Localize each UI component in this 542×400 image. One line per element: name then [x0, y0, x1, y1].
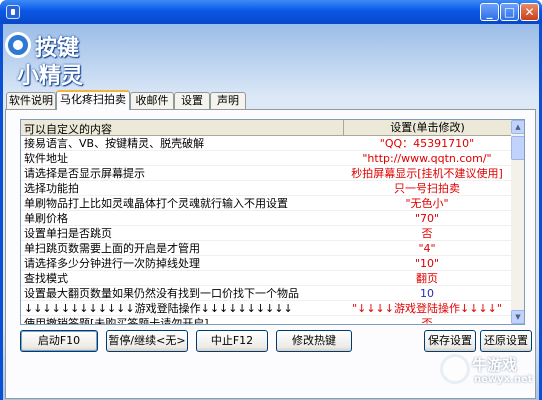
table-row[interactable]: 选择功能拍 只一号扫拍卖	[21, 181, 511, 196]
row-name: 查找模式	[24, 272, 68, 285]
row-value[interactable]: 否	[343, 316, 511, 324]
tab-statement[interactable]: 声明	[210, 92, 246, 109]
grid-rows: 接易语言、VB、按键精灵、脱壳破解 "QQ：45391710" 软件地址 "ht…	[21, 136, 511, 325]
row-name: 请选择是否显示屏幕提示	[24, 167, 145, 180]
table-row[interactable]: 接易语言、VB、按键精灵、脱壳破解 "QQ：45391710"	[21, 136, 511, 151]
maximize-button[interactable]: □	[500, 3, 519, 21]
row-value[interactable]: "QQ：45391710"	[343, 136, 511, 151]
watermark-text: 牛游戏	[472, 356, 518, 374]
scroll-thumb[interactable]	[511, 136, 524, 160]
row-value[interactable]: "4"	[343, 241, 511, 256]
row-value[interactable]: 翻页	[343, 271, 511, 286]
row-value[interactable]: "70"	[343, 211, 511, 226]
pause-button[interactable]: 暂停/继续<无>	[106, 330, 188, 352]
table-row[interactable]: ↓↓↓↓↓↓↓↓↓↓↓↓游戏登陆操作↓↓↓↓↓↓↓↓↓↓ "↓↓↓↓游戏登陆操作…	[21, 301, 511, 316]
minimize-button[interactable]: _	[480, 3, 499, 21]
edit-hotkey-button[interactable]: 修改热键	[276, 330, 352, 352]
table-row[interactable]: 请选择多少分钟进行一次防掉线处理 "10"	[21, 256, 511, 271]
row-name: 接易语言、VB、按键精灵、脱壳破解	[24, 137, 205, 150]
row-name: 软件地址	[24, 152, 68, 165]
tab-mail[interactable]: 收邮件	[130, 92, 174, 109]
scroll-up-icon[interactable]: ▲	[511, 120, 524, 134]
close-button[interactable]: ✕	[520, 3, 539, 21]
table-row[interactable]: 查找模式 翻页	[21, 271, 511, 286]
tab-settings[interactable]: 设置	[174, 92, 210, 109]
row-value[interactable]: 只一号扫拍卖	[343, 181, 511, 196]
site-watermark: 牛游戏 newyx.net	[440, 352, 540, 396]
start-button[interactable]: 启动F10	[20, 330, 98, 352]
table-row[interactable]: 单刷价格 "70"	[21, 211, 511, 226]
app-logo: 按键 小精灵	[5, 28, 93, 89]
row-value[interactable]: 否	[343, 226, 511, 241]
client-area: 按键 小精灵 软件说明 马化疼扫拍卖 收邮件 设置 声明 可以自定义的内容 设置…	[3, 24, 539, 400]
table-row[interactable]: 单扫跳页数需要上面的开启是才管用 "4"	[21, 241, 511, 256]
row-name: 使用撤销答题[未购买答题卡请勿开启]	[24, 317, 209, 325]
settings-grid: 可以自定义的内容 设置(单击修改) 接易语言、VB、按键精灵、脱壳破解 "QQ：…	[20, 119, 525, 325]
save-settings-button[interactable]: 保存设置	[424, 330, 476, 352]
logo-text-line2: 小精灵	[17, 64, 84, 89]
row-name: 选择功能拍	[24, 182, 79, 195]
table-row[interactable]: 请选择是否显示屏幕提示 秒拍屏幕显示[挂机不建议使用]	[21, 166, 511, 181]
restore-settings-button[interactable]: 还原设置	[480, 330, 532, 352]
row-name: 单刷物品打上比如灵魂晶体打个灵魂就行输入不用设置	[24, 197, 288, 210]
header-value[interactable]: 设置(单击修改)	[343, 120, 511, 136]
grid-header: 可以自定义的内容 设置(单击修改)	[21, 120, 511, 136]
row-value[interactable]: 10	[343, 286, 511, 301]
watermark-url: newyx.net	[474, 374, 533, 385]
watermark-logo-icon	[440, 354, 470, 384]
table-row[interactable]: 使用撤销答题[未购买答题卡请勿开启] 否	[21, 316, 511, 325]
table-row[interactable]: 软件地址 "http://www.qqtn.com/"	[21, 151, 511, 166]
table-row[interactable]: 单刷物品打上比如灵魂晶体打个灵魂就行输入不用设置 "无色小"	[21, 196, 511, 211]
row-name: 设置最大翻页数量如果仍然没有找到一口价找下一个物品	[24, 287, 299, 300]
tab-auction-scan[interactable]: 马化疼扫拍卖	[56, 90, 130, 110]
header-name[interactable]: 可以自定义的内容	[24, 121, 344, 137]
row-name: 单扫跳页数需要上面的开启是才管用	[24, 242, 200, 255]
row-name: 设置单扫是否跳页	[24, 227, 112, 240]
vertical-scrollbar[interactable]: ▲ ▼	[511, 120, 524, 324]
row-name: 单刷价格	[24, 212, 68, 225]
stop-button[interactable]: 中止F12	[196, 330, 268, 352]
row-value[interactable]: 秒拍屏幕显示[挂机不建议使用]	[343, 166, 511, 181]
tab-software-info[interactable]: 软件说明	[6, 92, 56, 109]
row-value[interactable]: "http://www.qqtn.com/"	[343, 151, 511, 166]
row-value[interactable]: "↓↓↓↓游戏登陆操作↓↓↓↓"	[343, 301, 511, 316]
row-value[interactable]: "无色小"	[343, 196, 511, 211]
row-name: 请选择多少分钟进行一次防掉线处理	[24, 257, 200, 270]
scroll-down-icon[interactable]: ▼	[511, 310, 524, 324]
table-row[interactable]: 设置最大翻页数量如果仍然没有找到一口价找下一个物品 10	[21, 286, 511, 301]
table-row[interactable]: 设置单扫是否跳页 否	[21, 226, 511, 241]
app-icon	[6, 5, 20, 19]
row-value[interactable]: "10"	[343, 256, 511, 271]
title-bar[interactable]: _ □ ✕	[0, 0, 542, 24]
logo-icon	[5, 32, 31, 58]
app-window: _ □ ✕ 按键 小精灵 软件说明 马化疼扫拍卖 收邮件 设置 声明 可以自定义…	[0, 0, 542, 400]
row-name: ↓↓↓↓↓↓↓↓↓↓↓↓游戏登陆操作↓↓↓↓↓↓↓↓↓↓	[24, 302, 293, 315]
